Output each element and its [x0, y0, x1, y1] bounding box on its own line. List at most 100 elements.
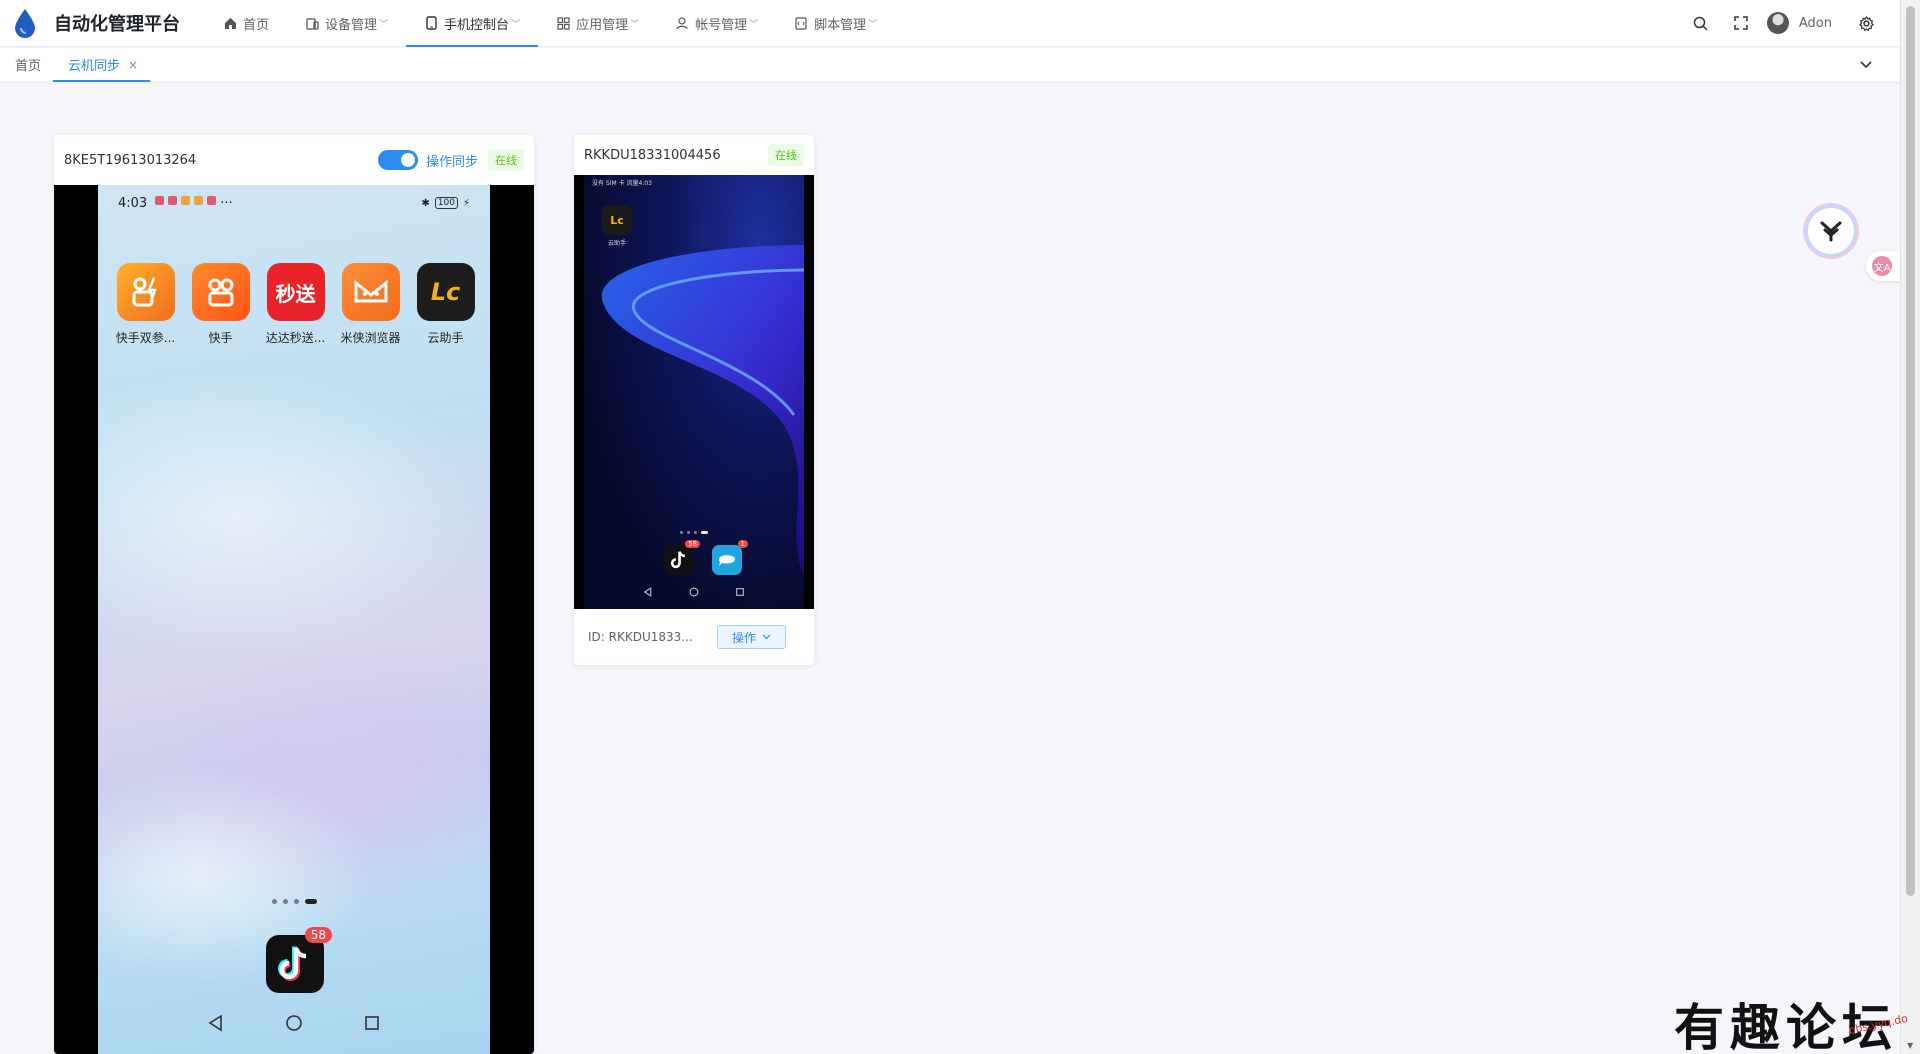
- kuaishou-app-icon: [191, 263, 250, 321]
- phone-status-bar: 4:03 ··· ✱ 100 ⚡: [118, 193, 470, 213]
- device-card-header: RKKDU18331004456 在线: [574, 135, 814, 175]
- notification-icon: [168, 195, 178, 205]
- nav-script-management-label: 脚本管理: [814, 17, 867, 33]
- app-label: 米侠浏览器: [340, 331, 401, 345]
- close-icon[interactable]: ×: [128, 58, 138, 72]
- page-dot: [293, 899, 299, 904]
- nav-home[interactable]: 首页: [205, 0, 287, 46]
- grid-icon: [556, 16, 570, 30]
- home-circle-icon[interactable]: [689, 587, 699, 597]
- notification-icon: [155, 195, 165, 205]
- yunzhushou-app-glyph: Lc: [430, 278, 461, 306]
- page-scrollbar[interactable]: ▼: [1900, 0, 1920, 1054]
- app-kuaishou-dual[interactable]: 快手双参...: [108, 263, 183, 346]
- notification-icon: [181, 195, 191, 205]
- top-navbar: 自动化管理平台 首页 设备管理 ﹀ 手机控制台 ﹀ 应用管理 ﹀ 帐号管理 ﹀ …: [0, 0, 1900, 47]
- kuaishou-dual-app-icon: [116, 263, 175, 321]
- search-button[interactable]: [1681, 0, 1721, 46]
- page-dot: [694, 531, 697, 534]
- home-circle-icon[interactable]: [285, 1014, 303, 1032]
- gear-icon: [1858, 15, 1874, 31]
- app-label: 云助手: [607, 240, 626, 247]
- yunzhushou-app-icon: Lc: [416, 263, 475, 321]
- tag-cloud-sync-label: 云机同步: [68, 59, 121, 74]
- app-yunzhushou[interactable]: Lc 云助手: [408, 263, 483, 346]
- sync-toggle[interactable]: [377, 150, 418, 170]
- user-icon: [675, 16, 689, 30]
- status-text: 没有 SIM 卡 流量4:03: [592, 180, 652, 187]
- scrollbar-thumb[interactable]: [1906, 6, 1915, 896]
- nav-script-management[interactable]: 脚本管理 ﹀: [776, 0, 895, 46]
- android-nav-bar: [584, 587, 804, 597]
- status-badge: 在线: [488, 149, 524, 171]
- nav-account-management[interactable]: 帐号管理 ﹀: [657, 0, 776, 46]
- chevron-down-icon: ﹀: [868, 19, 878, 30]
- app-label: 快手双参...: [115, 331, 176, 345]
- back-icon[interactable]: [207, 1014, 225, 1032]
- nav-account-management-label: 帐号管理: [695, 17, 748, 33]
- recents-icon[interactable]: [735, 587, 745, 597]
- mixia-browser-app-icon: [341, 263, 400, 321]
- page-dot: [687, 531, 690, 534]
- home-icon: [223, 16, 237, 30]
- nav-app-management[interactable]: 应用管理 ﹀: [538, 0, 657, 46]
- device-id-short: ID: RKKDU1833...: [588, 630, 693, 644]
- chevron-down-icon: ﹀: [630, 19, 640, 30]
- phone-display[interactable]: 4:03 ··· ✱ 100 ⚡ 快手双参... 快手 秒送 达达秒送... 米…: [98, 185, 490, 1054]
- notification-icon: [194, 195, 204, 205]
- recents-icon[interactable]: [363, 1014, 381, 1032]
- nav-phone-console[interactable]: 手机控制台 ﹀: [406, 0, 539, 47]
- sync-toggle-label: 操作同步: [425, 154, 478, 170]
- page-dot-current: [304, 899, 317, 904]
- floating-assistant-button[interactable]: [1808, 208, 1854, 254]
- app-mixia-browser[interactable]: 米侠浏览器: [333, 263, 408, 346]
- message-app-icon[interactable]: 1: [712, 540, 748, 575]
- tag-cloud-sync[interactable]: 云机同步 ×: [53, 48, 151, 82]
- phone-screen-secondary[interactable]: 没有 SIM 卡 流量4:03 Lc 云助手 58 1: [574, 175, 814, 609]
- page-dot: [680, 531, 683, 534]
- fullscreen-button[interactable]: [1721, 0, 1761, 46]
- device-id: 8KE5T19613013264: [64, 152, 197, 168]
- page-dot: [271, 899, 277, 904]
- avatar: [1766, 12, 1789, 34]
- charging-icon: ⚡: [462, 197, 470, 209]
- search-icon: [1694, 16, 1708, 31]
- user-menu[interactable]: Adon: [1761, 12, 1846, 34]
- phone-screen-main[interactable]: 4:03 ··· ✱ 100 ⚡ 快手双参... 快手 秒送 达达秒送... 米…: [54, 185, 534, 1054]
- tiktok-app-icon[interactable]: 58: [266, 927, 332, 993]
- page-indicator: [584, 531, 804, 534]
- operate-dropdown-button[interactable]: 操作: [716, 625, 786, 649]
- tags-more-button[interactable]: [1856, 55, 1876, 75]
- app-yunzhushou[interactable]: Lc 云助手: [602, 205, 632, 247]
- water-drop-logo-icon: [15, 9, 35, 38]
- app-label: 快手: [208, 331, 233, 345]
- phone-clock: 4:03: [118, 195, 148, 211]
- floating-translate-button[interactable]: 文A: [1866, 251, 1900, 281]
- phone-dock: 58 1: [664, 540, 748, 575]
- device-card-footer: ID: RKKDU1833... 操作: [574, 609, 814, 665]
- page-dot: [282, 899, 288, 904]
- app-dada[interactable]: 秒送 达达秒送...: [258, 263, 333, 346]
- tag-home-label: 首页: [15, 59, 42, 74]
- brand[interactable]: 自动化管理平台: [0, 0, 205, 46]
- settings-button[interactable]: [1846, 0, 1886, 46]
- app-label: 达达秒送...: [265, 331, 326, 345]
- tiktok-app-icon[interactable]: 58: [664, 540, 700, 575]
- device-card-header: 8KE5T19613013264 操作同步 在线: [54, 135, 534, 185]
- nav-app-management-label: 应用管理: [576, 17, 629, 33]
- tag-home[interactable]: 首页: [0, 48, 53, 82]
- phone-display[interactable]: 没有 SIM 卡 流量4:03 Lc 云助手 58 1: [584, 175, 804, 609]
- notification-count-badge: 1: [737, 540, 748, 548]
- app-kuaishou[interactable]: 快手: [183, 263, 258, 346]
- dada-app-glyph: 秒送: [275, 281, 316, 306]
- main-content: 8KE5T19613013264 操作同步 在线 4:03 ··· ✱ 100 …: [24, 106, 1894, 1054]
- chevron-down-icon: [762, 634, 771, 640]
- device-icon: [305, 16, 319, 30]
- chevron-down-icon: ﹀: [379, 19, 389, 30]
- scroll-down-arrow-icon[interactable]: ▼: [1907, 1041, 1913, 1050]
- phone-dock: 58: [266, 927, 332, 993]
- page-indicator: [98, 899, 490, 904]
- tags-view-bar: 首页 云机同步 ×: [0, 48, 1900, 82]
- back-icon[interactable]: [643, 587, 653, 597]
- nav-device-management[interactable]: 设备管理 ﹀: [287, 0, 406, 46]
